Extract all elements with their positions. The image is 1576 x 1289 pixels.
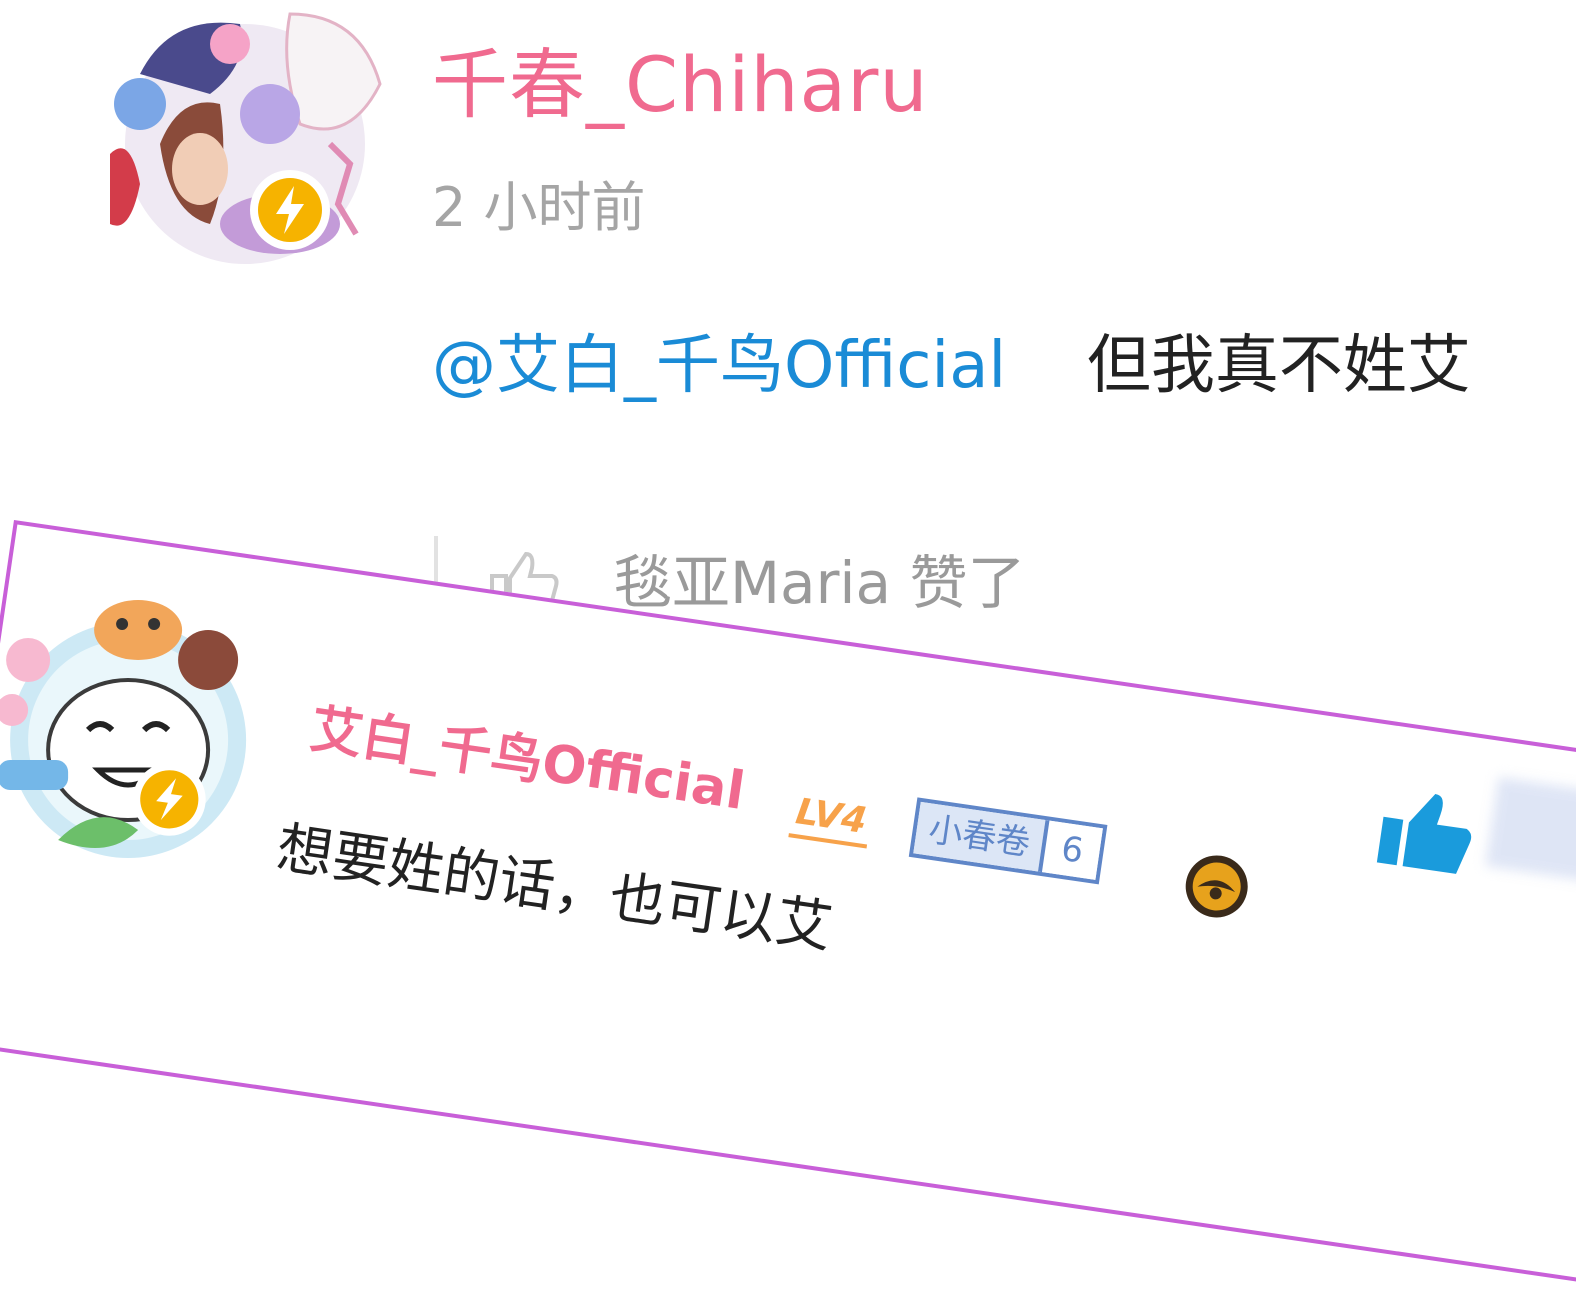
liked-by-text: 毯亚Maria 赞了 <box>614 549 1026 617</box>
reply-text: 想要姓的话，也可以艾 <box>272 815 837 961</box>
avatar-qianniao[interactable] <box>0 590 258 880</box>
verified-lightning-icon <box>250 170 330 250</box>
comment-text: 但我真不姓艾 <box>1086 329 1471 403</box>
mention-link[interactable]: @艾白_千鸟Official <box>432 329 1006 403</box>
comment-time: 2 小时前 <box>432 176 646 239</box>
reply-username[interactable]: 艾白_千鸟Official <box>307 699 749 822</box>
medal-name: 小春卷 <box>913 801 1046 872</box>
comment-username[interactable]: 千春_Chiharu <box>432 40 929 130</box>
blurred-like-count <box>1485 776 1576 887</box>
hat-icon <box>1185 855 1248 918</box>
highlighted-reply: 艾白_千鸟Official LV4 小春卷 6 想要姓的话，也可以艾 <box>0 520 1576 1289</box>
thumb-up-icon[interactable] <box>1372 781 1479 880</box>
level-badge: LV4 <box>788 789 874 849</box>
avatar-chiharu[interactable] <box>100 4 390 274</box>
medal-level: 6 <box>1037 820 1103 880</box>
verified-lightning-icon <box>132 762 206 836</box>
medal-badge[interactable]: 小春卷 6 <box>908 797 1108 885</box>
comment-content: @艾白_千鸟Official 但我真不姓艾 <box>432 328 1471 404</box>
